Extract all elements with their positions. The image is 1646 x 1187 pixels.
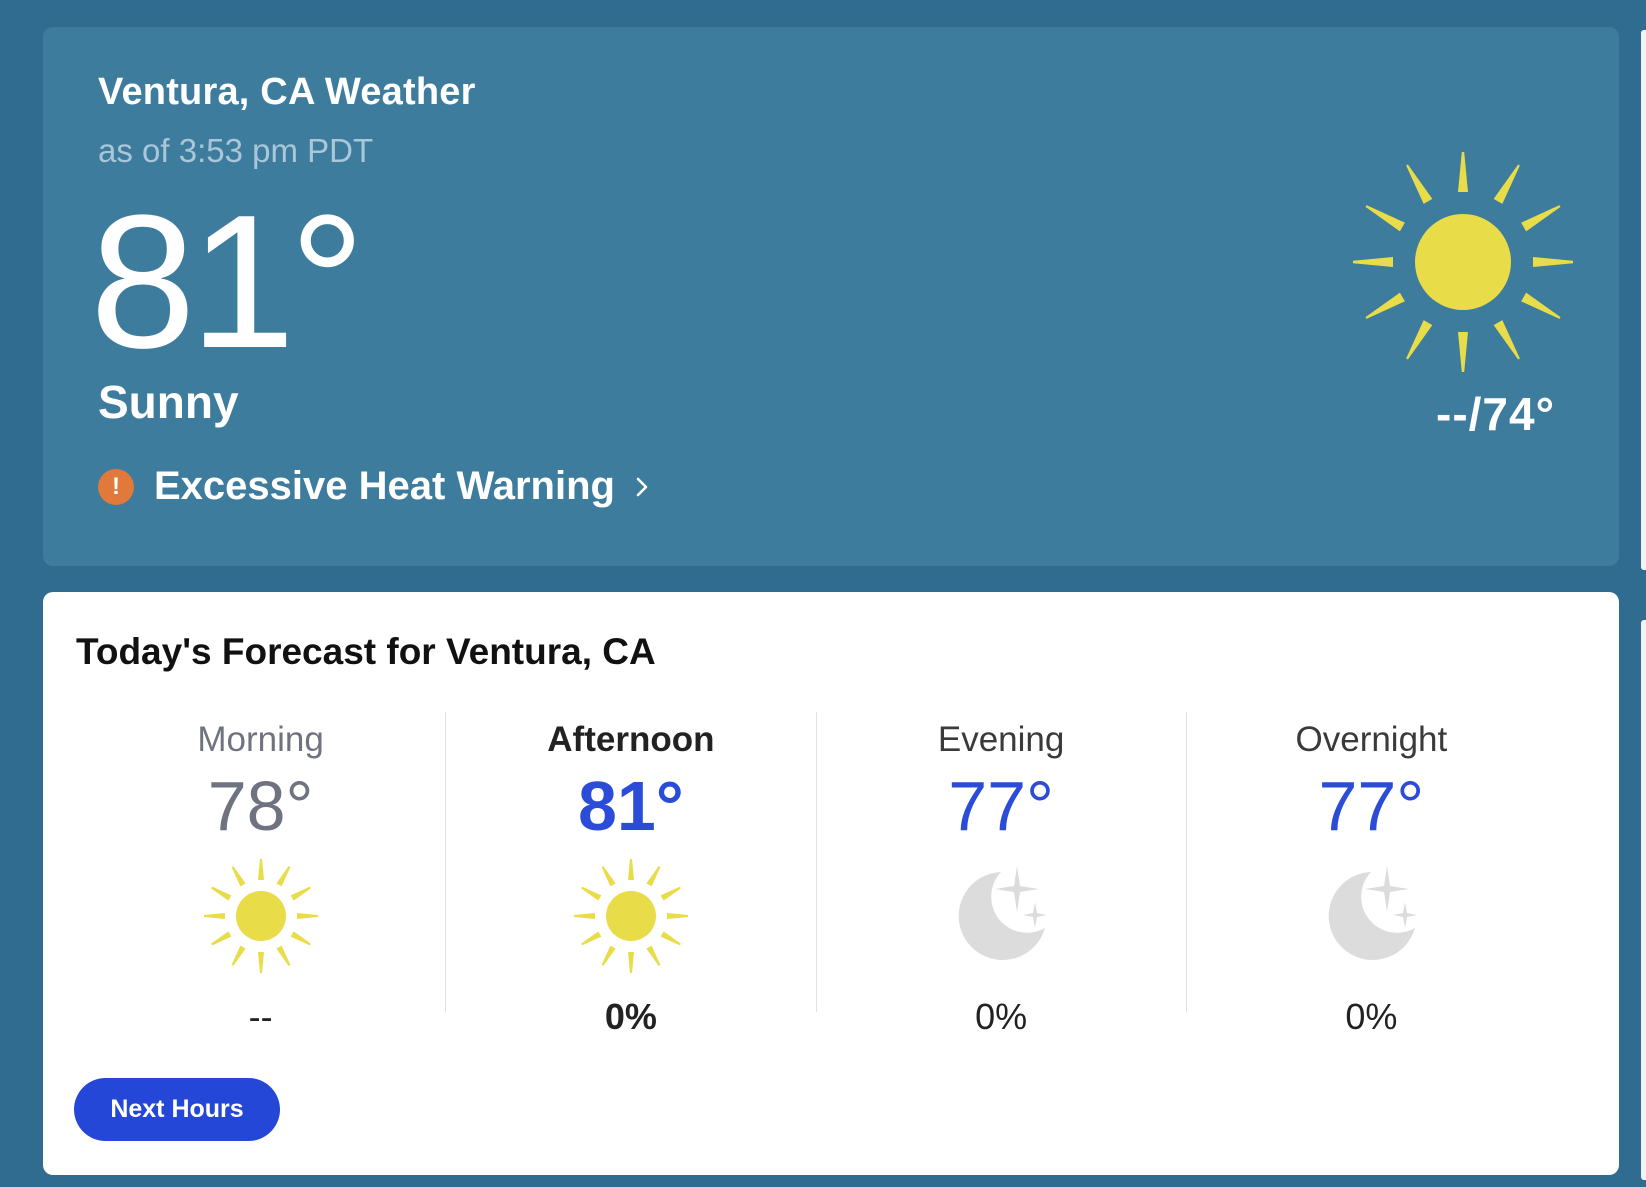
chevron-right-icon [636,477,648,496]
adjacent-card-edge [1641,30,1646,570]
period-name: Evening [937,720,1065,759]
period-afternoon[interactable]: Afternoon 81° 0% [446,712,817,1037]
moon-stars-icon [958,866,1048,960]
precip-chance: -- [248,996,273,1037]
forecast-title: Today's Forecast for Ventura, CA [76,631,656,672]
current-conditions-card: Ventura, CA Weather as of 3:53 pm PDT 81… [43,27,1619,566]
forecast-periods: Morning 78° -- Afternoon 81° 0% Evening … [76,712,1556,1037]
period-morning[interactable]: Morning 78° -- [76,712,447,1037]
next-hours-button[interactable]: Next Hours [74,1078,280,1141]
todays-forecast-card: Today's Forecast for Ventura, CA Morning… [43,592,1619,1175]
precip-chance: 0% [1345,996,1398,1037]
precip-chance: 0% [604,996,657,1037]
weather-page: Ventura, CA Weather as of 3:53 pm PDT 81… [0,0,1646,1187]
period-overnight[interactable]: Overnight 77° 0% [1187,712,1556,1037]
period-name: Morning [197,720,324,759]
moon-stars-icon [1329,866,1418,960]
current-condition-phrase: Sunny [98,376,239,428]
period-evening[interactable]: Evening 77° 0% [817,712,1187,1037]
observation-timestamp: as of 3:53 pm PDT [98,132,374,169]
current-temperature: 81° [90,176,365,388]
alert-icon: ! [98,468,134,505]
period-temperature: 77° [1318,767,1425,845]
alert-label: Excessive Heat Warning [154,464,615,508]
sun-icon [203,859,318,973]
sun-icon [573,859,688,973]
heat-warning-link[interactable]: ! Excessive Heat Warning [98,464,653,509]
precip-chance: 0% [975,996,1028,1037]
period-name: Afternoon [547,720,715,759]
period-temperature: 81° [577,767,684,845]
period-temperature: 77° [948,767,1055,845]
location-title: Ventura, CA Weather [98,71,476,113]
period-temperature: 78° [207,767,314,845]
period-name: Overnight [1295,720,1448,759]
sun-icon [1353,152,1573,372]
adjacent-card-edge [1641,620,1646,1180]
high-low-temperature: --/74° [1436,388,1555,440]
